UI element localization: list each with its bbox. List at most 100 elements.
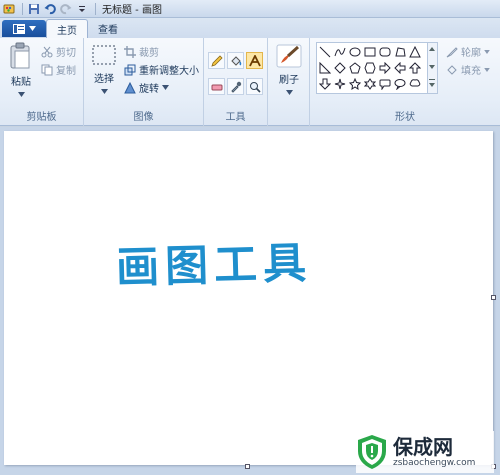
brushes-button[interactable]: 刷子	[274, 44, 304, 95]
diamond-shape-icon[interactable]	[333, 61, 347, 75]
five-point-star-shape-icon[interactable]	[348, 77, 362, 91]
image-group: 选择 裁剪 重新调整大小 旋转 图像	[84, 38, 204, 126]
fill-button[interactable]: 填充	[446, 62, 490, 77]
tools-group-label: 工具	[225, 112, 246, 123]
paste-label: 粘贴	[11, 77, 31, 88]
left-arrow-shape-icon[interactable]	[393, 61, 407, 75]
cut-label: 剪切	[56, 48, 76, 59]
separator	[95, 2, 96, 15]
tab-home[interactable]: 主页	[46, 19, 88, 38]
up-arrow-shape-icon[interactable]	[408, 61, 422, 75]
pentagon-shape-icon[interactable]	[348, 61, 362, 75]
eraser-tool[interactable]	[208, 78, 225, 95]
chevron-down-icon	[162, 85, 169, 90]
clipboard-group: 粘贴 剪切 复制 剪贴板	[0, 38, 84, 126]
fill-tool[interactable]	[227, 52, 244, 69]
color-picker-tool[interactable]	[227, 78, 244, 95]
magnifier-tool[interactable]	[246, 78, 263, 95]
shapes-gallery	[316, 42, 428, 94]
shield-icon	[358, 435, 386, 469]
watermark-subtitle: zsbaochengw.com	[393, 458, 476, 468]
eraser-icon	[211, 84, 222, 90]
curve-shape-icon[interactable]	[333, 45, 347, 59]
tab-view[interactable]: 查看	[88, 19, 128, 38]
scroll-arrows-icon	[429, 47, 435, 87]
polygon-shape-icon[interactable]	[393, 45, 407, 59]
outline-brush-icon	[446, 46, 458, 57]
chevron-down-icon	[100, 89, 108, 94]
pencil-tool[interactable]	[208, 52, 225, 69]
ribbon: 粘贴 剪切 复制 剪贴板 选择 裁剪 重新调整大小 旋转 图像 工具 刷子 轮廓…	[0, 38, 500, 126]
cut-button[interactable]: 剪切	[41, 44, 76, 59]
outline-button[interactable]: 轮廓	[446, 44, 490, 59]
crop-icon	[124, 45, 136, 58]
six-point-star-shape-icon[interactable]	[363, 77, 377, 91]
paste-icon	[10, 42, 30, 69]
brushes-label: 刷子	[279, 75, 299, 86]
magnifier-icon	[249, 81, 261, 93]
customize-toolbar-icon[interactable]	[75, 2, 88, 15]
scissors-icon	[41, 46, 53, 57]
hexagon-shape-icon[interactable]	[363, 61, 377, 75]
paste-button[interactable]: 粘贴	[6, 42, 36, 97]
right-arrow-shape-icon[interactable]	[378, 61, 392, 75]
crop-label: 裁剪	[139, 48, 159, 59]
triangle-shape-icon[interactable]	[408, 45, 422, 59]
resize-handle-bottom[interactable]	[245, 464, 250, 469]
select-label: 选择	[94, 74, 114, 85]
resize-handle-right[interactable]	[491, 295, 496, 300]
text-tool[interactable]	[246, 52, 263, 69]
tools-group: 工具	[204, 38, 268, 126]
cloud-callout-shape-icon[interactable]	[408, 77, 422, 91]
right-triangle-shape-icon[interactable]	[318, 61, 332, 75]
fill-label: 填充	[461, 66, 481, 77]
title-bar: 无标题 - 画图	[0, 0, 500, 18]
crop-button[interactable]: 裁剪	[124, 44, 159, 59]
outline-label: 轮廓	[461, 48, 481, 59]
redo-icon[interactable]	[59, 2, 72, 15]
shapes-group-label: 形状	[395, 112, 415, 123]
workspace: 画图工具 保成网 zsbaochengw.com	[0, 127, 500, 475]
resize-button[interactable]: 重新调整大小	[124, 62, 199, 77]
four-point-star-shape-icon[interactable]	[333, 77, 347, 91]
separator	[22, 2, 23, 15]
app-menu-button[interactable]	[2, 20, 46, 37]
resize-label: 重新调整大小	[139, 66, 199, 77]
down-arrow-shape-icon[interactable]	[318, 77, 332, 91]
eyedropper-icon	[230, 81, 241, 93]
watermark-logo: 保成网 zsbaochengw.com	[356, 431, 494, 473]
watermark-title: 保成网	[393, 435, 453, 459]
chevron-down-icon	[484, 67, 490, 72]
chevron-down-icon	[28, 26, 36, 31]
fill-bucket-icon	[230, 55, 241, 66]
save-icon[interactable]	[27, 2, 40, 15]
rotate-icon	[124, 81, 136, 93]
copy-button[interactable]: 复制	[41, 62, 76, 77]
rectangle-shape-icon[interactable]	[363, 45, 377, 59]
select-button[interactable]: 选择	[90, 44, 118, 94]
copy-icon	[41, 64, 53, 75]
drawing-canvas[interactable]: 画图工具	[4, 131, 493, 465]
image-group-label: 图像	[133, 112, 154, 123]
chevron-down-icon	[17, 92, 25, 97]
paint-app-icon[interactable]	[2, 2, 15, 15]
menu-icon	[12, 23, 25, 34]
shapes-scrollbar[interactable]	[428, 42, 438, 94]
line-shape-icon[interactable]	[318, 45, 332, 59]
chevron-down-icon	[484, 49, 490, 54]
window-title: 无标题 - 画图	[102, 5, 162, 16]
brush-icon	[276, 44, 302, 68]
oval-callout-shape-icon[interactable]	[393, 77, 407, 91]
undo-icon[interactable]	[43, 2, 56, 15]
rotate-button[interactable]: 旋转	[124, 80, 169, 95]
shapes-group: 轮廓 填充 形状	[310, 38, 500, 126]
rounded-rectangle-shape-icon[interactable]	[378, 45, 392, 59]
oval-shape-icon[interactable]	[348, 45, 362, 59]
clipboard-group-label: 剪贴板	[26, 112, 57, 123]
select-rectangle-icon	[92, 45, 116, 65]
rounded-callout-shape-icon[interactable]	[378, 77, 392, 91]
brushes-group: 刷子	[268, 38, 310, 126]
fill-bucket-icon	[447, 64, 457, 75]
chevron-down-icon	[285, 90, 293, 95]
text-a-icon	[248, 54, 261, 66]
